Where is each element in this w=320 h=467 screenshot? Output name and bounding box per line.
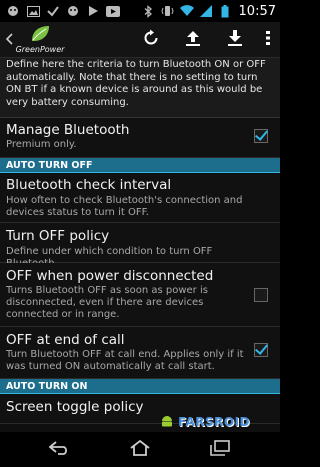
up-navigation[interactable] <box>4 30 14 49</box>
system-icons: 10:57 <box>142 4 280 19</box>
notification-icons <box>0 4 120 18</box>
chevron-left-icon[interactable] <box>5 30 13 49</box>
pref-title: Turn OFF policy <box>6 228 110 244</box>
pref-bluetooth-check-interval[interactable]: Bluetooth check interval How often to ch… <box>0 173 280 223</box>
pref-summary: Turns Bluetooth OFF as soon as power is … <box>6 285 208 320</box>
upload-icon[interactable] <box>185 29 201 51</box>
wifi-icon <box>179 4 194 18</box>
pref-turn-off-policy[interactable]: Turn OFF policy Define under which condi… <box>0 223 280 269</box>
signal-icon <box>199 4 213 18</box>
recent-apps-button[interactable] <box>200 435 240 465</box>
leaf-icon <box>29 25 51 47</box>
pref-title: OFF at end of call <box>6 332 125 348</box>
overflow-menu-icon[interactable] <box>266 30 270 50</box>
back-button[interactable] <box>40 435 80 465</box>
check-icon <box>46 4 60 18</box>
app-name: GreenPower <box>15 45 65 54</box>
bluetooth-icon <box>142 4 156 18</box>
off-at-end-of-call-checkbox[interactable] <box>254 343 268 357</box>
battery-icon <box>218 4 232 18</box>
home-icon[interactable] <box>129 439 151 460</box>
watermark: FARSROID <box>160 412 250 431</box>
pref-off-when-power-disconnected[interactable]: OFF when power disconnected Turns Blueto… <box>0 263 280 327</box>
pref-summary: How often to check Bluetooth's connectio… <box>6 195 243 218</box>
download-button[interactable] <box>214 22 256 58</box>
upload-button[interactable] <box>172 22 214 58</box>
pref-summary: Premium only. <box>6 139 77 150</box>
vibrate-icon <box>161 4 175 18</box>
manage-bluetooth-checkbox[interactable] <box>254 129 268 143</box>
navigation-bar <box>0 432 280 467</box>
android-debug-icon <box>66 4 80 18</box>
youtube-icon <box>106 4 120 18</box>
settings-list[interactable]: Define here the criteria to turn Bluetoo… <box>0 58 280 432</box>
home-button[interactable] <box>120 435 160 465</box>
recent-apps-icon[interactable] <box>210 439 230 460</box>
pref-title: Manage Bluetooth <box>6 122 130 138</box>
status-bar: 10:57 <box>0 0 280 22</box>
watermark-text: FARSROID <box>178 414 250 429</box>
app-logo[interactable]: GreenPower <box>14 25 66 54</box>
image-icon <box>26 4 40 18</box>
action-bar: GreenPower <box>0 22 280 58</box>
pref-manage-bluetooth[interactable]: Manage Bluetooth Premium only. <box>0 118 280 158</box>
overflow-menu-button[interactable] <box>256 22 280 58</box>
pref-title: Bluetooth check interval <box>6 177 172 193</box>
pref-title: OFF when power disconnected <box>6 268 214 284</box>
play-icon <box>86 4 100 18</box>
section-header-auto-turn-on: AUTO TURN ON <box>0 379 280 394</box>
clock: 10:57 <box>238 3 276 19</box>
off-when-power-disconnected-checkbox[interactable] <box>254 288 268 302</box>
android-debug-icon <box>6 4 20 18</box>
android-logo-icon <box>160 412 174 431</box>
download-icon[interactable] <box>227 29 243 51</box>
pref-summary: Turn Bluetooth OFF at call end. Applies … <box>6 349 244 372</box>
action-buttons <box>130 22 280 58</box>
refresh-button[interactable] <box>130 22 172 58</box>
intro-description: Define here the criteria to turn Bluetoo… <box>0 58 280 118</box>
back-icon[interactable] <box>48 440 71 459</box>
pref-off-at-end-of-call[interactable]: OFF at end of call Turn Bluetooth OFF at… <box>0 327 280 379</box>
section-header-auto-turn-off: AUTO TURN OFF <box>0 158 280 173</box>
refresh-icon[interactable] <box>142 29 160 51</box>
